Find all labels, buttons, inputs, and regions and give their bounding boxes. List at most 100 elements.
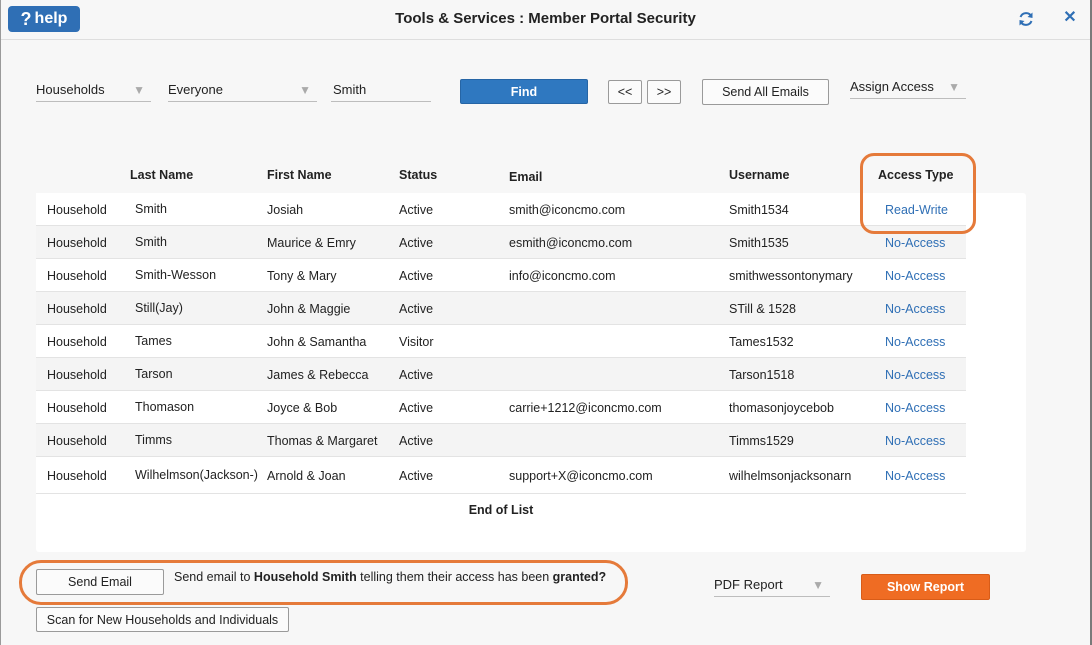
close-icon[interactable]: ✕ — [1062, 9, 1078, 27]
assign-access-select[interactable]: Assign Access ▼ — [850, 75, 966, 99]
row-last-name: Tarson — [135, 367, 173, 381]
message-status: granted? — [552, 570, 607, 584]
row-username: Tames1532 — [729, 334, 794, 349]
row-access-type[interactable]: No-Access — [885, 358, 965, 391]
table-row[interactable]: Household Thomason Joyce & Bob Active carrie… — [36, 391, 966, 424]
row-username: Timms1529 — [729, 433, 794, 448]
row-status: Active — [399, 468, 434, 483]
row-last-name: Smith-Wesson — [135, 268, 217, 282]
row-status: Active — [399, 301, 434, 316]
chevron-down-icon: ▼ — [948, 79, 960, 94]
row-status: Active — [399, 433, 434, 448]
next-page-button[interactable]: >> — [647, 80, 681, 104]
row-first-name: Thomas & Margaret — [267, 433, 378, 448]
row-status: Active — [399, 400, 434, 415]
row-email: esmith@iconcmo.com — [509, 235, 633, 250]
type-select[interactable]: Households ▼ — [36, 78, 151, 102]
col-header-first-name: First Name — [267, 168, 332, 182]
row-status: Visitor — [399, 334, 434, 349]
table-row[interactable]: Household Tarson James & Rebecca Active Tars… — [36, 358, 966, 391]
table-row[interactable]: Household Wilhelmson(Jackson-) Arnold & Jo… — [36, 457, 966, 494]
row-username: thomasonjoycebob — [729, 400, 834, 415]
col-header-username: Username — [729, 168, 790, 182]
row-first-name: Arnold & Joan — [267, 468, 346, 483]
row-access-type[interactable]: No-Access — [885, 292, 965, 325]
table-row[interactable]: Household Smith-Wesson Tony & Mary Active in… — [36, 259, 966, 292]
row-type: Household — [47, 433, 107, 448]
row-email — [509, 358, 724, 391]
report-select-value: PDF Report — [714, 577, 783, 592]
row-email — [509, 424, 724, 457]
row-status: Active — [399, 367, 434, 382]
row-last-name: Smith — [135, 235, 167, 249]
row-status: Active — [399, 202, 434, 217]
table-row[interactable]: Household Smith Josiah Active smith@iconcmo.… — [36, 193, 966, 226]
row-type: Household — [47, 334, 107, 349]
row-last-name: Timms — [135, 433, 173, 447]
row-email: info@iconcmo.com — [509, 268, 616, 283]
row-first-name: Joyce & Bob — [267, 400, 338, 415]
row-first-name: John & Samantha — [267, 334, 367, 349]
chevron-down-icon: ▼ — [812, 577, 824, 592]
message-prefix: Send email to — [174, 570, 254, 584]
page-title: Tools & Services : Member Portal Securit… — [395, 10, 696, 27]
row-username: wilhelmsonjacksonarn — [729, 468, 852, 483]
row-access-type[interactable]: No-Access — [885, 424, 965, 457]
find-button[interactable]: Find — [460, 79, 588, 104]
message-middle: telling them their access has been — [356, 570, 553, 584]
row-access-type[interactable]: No-Access — [885, 325, 965, 358]
table-row[interactable]: Household Smith Maurice & Emry Active esmith… — [36, 226, 966, 259]
col-header-status: Status — [399, 168, 438, 182]
row-access-type[interactable]: No-Access — [885, 457, 965, 494]
row-first-name: Tony & Mary — [267, 268, 337, 283]
row-username: Smith1534 — [729, 202, 789, 217]
row-type: Household — [47, 202, 107, 217]
search-input[interactable] — [331, 78, 431, 102]
row-username: smithwessontonymary — [729, 268, 853, 283]
row-type: Household — [47, 235, 107, 250]
prev-page-button[interactable]: << — [608, 80, 642, 104]
send-email-message: Send email to Household Smith telling th… — [174, 570, 606, 584]
row-email: smith@iconcmo.com — [509, 202, 626, 217]
row-first-name: Josiah — [267, 202, 304, 217]
row-status: Active — [399, 268, 434, 283]
col-header-email: Email — [509, 170, 543, 184]
row-type: Household — [47, 301, 107, 316]
report-select[interactable]: PDF Report ▼ — [714, 573, 830, 597]
table-row[interactable]: Household Tames John & Samantha Visitor Tame… — [36, 325, 966, 358]
row-first-name: John & Maggie — [267, 301, 351, 316]
group-select[interactable]: Everyone ▼ — [168, 78, 317, 102]
table-row[interactable]: Household Timms Thomas & Margaret Active Tim… — [36, 424, 966, 457]
message-household: Household Smith — [253, 570, 357, 584]
row-status: Active — [399, 235, 434, 250]
row-email: support+X@iconcmo.com — [509, 468, 653, 483]
assign-access-value: Assign Access — [850, 79, 934, 94]
row-access-type[interactable]: No-Access — [885, 259, 965, 292]
row-last-name: Smith — [135, 202, 167, 216]
row-type: Household — [47, 468, 107, 483]
row-last-name: Tames — [135, 334, 172, 348]
refresh-icon[interactable] — [1017, 10, 1035, 28]
show-report-button[interactable]: Show Report — [861, 574, 990, 600]
scan-households-button[interactable]: Scan for New Households and Individuals — [36, 607, 289, 632]
send-all-emails-button[interactable]: Send All Emails — [702, 79, 829, 105]
row-last-name: Still(Jay) — [135, 301, 183, 315]
row-last-name: Wilhelmson(Jackson-) — [135, 468, 258, 482]
row-username: Smith1535 — [729, 235, 789, 250]
send-email-button[interactable]: Send Email — [36, 569, 164, 595]
row-email — [509, 325, 724, 358]
row-email: carrie+1212@iconcmo.com — [509, 400, 662, 415]
col-header-last-name: Last Name — [130, 168, 194, 182]
app-window: ? help Tools & Services : Member Portal … — [0, 0, 1092, 645]
row-first-name: James & Rebecca — [267, 367, 369, 382]
chevron-down-icon: ▼ — [299, 82, 311, 97]
row-first-name: Maurice & Emry — [267, 235, 356, 250]
title-bar: ? help Tools & Services : Member Portal … — [1, 0, 1090, 40]
row-username: STill & 1528 — [729, 301, 796, 316]
row-last-name: Thomason — [135, 400, 195, 414]
row-type: Household — [47, 400, 107, 415]
row-access-type[interactable]: No-Access — [885, 391, 965, 424]
row-type: Household — [47, 367, 107, 382]
table-row[interactable]: Household Still(Jay) John & Maggie Active ST… — [36, 292, 966, 325]
group-select-value: Everyone — [168, 82, 223, 97]
